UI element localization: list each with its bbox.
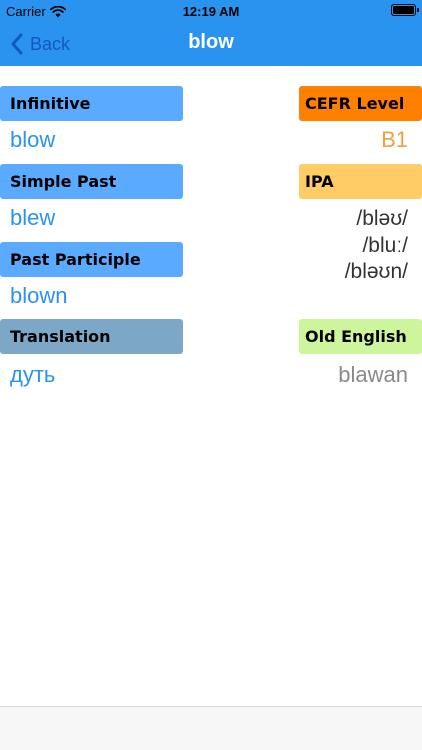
old-english-value: blawan <box>338 362 408 387</box>
simple-past-value: blew <box>10 205 56 230</box>
cefr-level-label: CEFR Level <box>299 86 422 121</box>
infinitive-label: Infinitive <box>0 86 183 121</box>
battery-icon <box>391 4 419 16</box>
top-bar: Carrier 12:19 AM Back blow <box>0 0 422 66</box>
past-participle-label: Past Participle <box>0 242 183 277</box>
ipa-label: IPA <box>299 164 422 199</box>
old-english-label: Old English <box>299 319 422 354</box>
status-time: 12:19 AM <box>182 4 240 19</box>
bottom-toolbar <box>0 706 422 750</box>
status-right <box>391 4 419 19</box>
cefr-level-value: B1 <box>381 127 408 152</box>
ipa-past-participle-value: /bləʊn/ <box>344 260 408 283</box>
ipa-infinitive-value: /bləʊ/ <box>356 207 408 230</box>
past-participle-value: blown <box>10 283 68 308</box>
simple-past-label: Simple Past <box>0 164 183 199</box>
translation-label: Translation <box>0 319 183 354</box>
screen: Carrier 12:19 AM Back blow Infinitive bl… <box>0 0 422 750</box>
nav-bar: Back blow <box>0 22 422 66</box>
page-title: blow <box>188 31 234 53</box>
infinitive-value: blow <box>10 127 56 152</box>
translation-value: дуть <box>10 362 56 387</box>
status-bar: Carrier 12:19 AM <box>0 0 422 22</box>
ipa-simple-past-value: /bluː/ <box>362 234 408 257</box>
